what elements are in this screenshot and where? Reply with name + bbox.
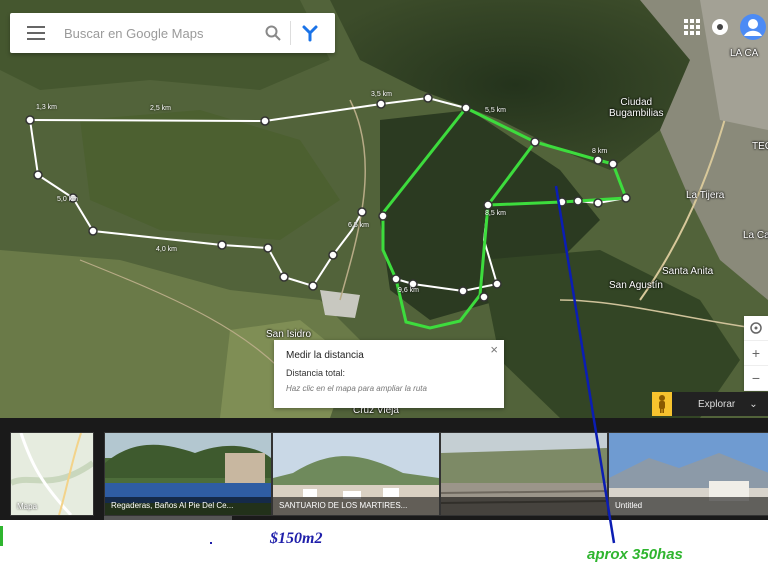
measure-node[interactable] — [279, 272, 289, 282]
segment-label: 1,3 km — [36, 104, 58, 111]
directions-icon[interactable] — [291, 13, 329, 53]
photo-caption: SANTUARIO DE LOS MARTIRES... — [273, 497, 439, 515]
price-annotation: $150m2 — [270, 530, 323, 547]
account-toolbar — [684, 14, 768, 45]
measure-nodes[interactable] — [25, 93, 631, 302]
chevron-down-icon[interactable]: ⌄ — [749, 399, 757, 410]
measure-node[interactable] — [423, 93, 433, 103]
measure-node[interactable] — [608, 159, 618, 169]
measure-distance-popup: Medir la distancia Distancia total: Haz … — [274, 340, 504, 408]
label-santa-anita: Santa Anita — [662, 266, 714, 277]
measure-node[interactable] — [33, 170, 43, 180]
segment-label: 5,5 km — [485, 107, 507, 114]
label-la-ca-right: La Ca — [743, 230, 768, 241]
search-box[interactable] — [10, 13, 335, 53]
zoom-in-button[interactable]: + — [744, 341, 768, 366]
measure-node[interactable] — [88, 226, 98, 236]
photo-caption: Regaderas, Baños Al Pie Del Ce... — [105, 497, 271, 515]
land-polygon-outline — [381, 107, 490, 330]
label-ciudad-bugambilias: Ciudad Bugambilias — [609, 97, 664, 119]
photo-strip: Mapa Regaderas, Baños Al Pie Del Ce... S… — [0, 418, 768, 520]
hamburger-menu-icon[interactable] — [10, 13, 62, 53]
label-san-agustin: San Agustín — [609, 280, 663, 291]
explore-label[interactable]: Explorar — [698, 399, 735, 410]
segment-label: 5,0 km — [57, 196, 79, 203]
measure-node[interactable] — [263, 243, 273, 253]
photo-caption: Mapa — [17, 502, 38, 511]
photo-thumb-3[interactable] — [440, 432, 608, 516]
measure-node[interactable] — [458, 286, 468, 296]
zoom-out-button[interactable]: − — [744, 366, 768, 391]
measure-node[interactable] — [391, 274, 401, 284]
measure-node[interactable] — [217, 240, 227, 250]
measure-node[interactable] — [483, 200, 493, 210]
measure-node[interactable] — [328, 250, 338, 260]
photo-thumb-1[interactable]: Regaderas, Baños Al Pie Del Ce... — [104, 432, 272, 516]
area-annotation: aprox 350has — [587, 546, 683, 563]
land-polygon — [465, 106, 629, 207]
pegman-icon[interactable] — [652, 392, 672, 416]
photo-caption: Untitled — [609, 497, 768, 515]
measure-node[interactable] — [260, 116, 270, 126]
measure-path-west — [29, 96, 467, 123]
label-la-calma: LA CA — [730, 48, 759, 59]
popup-hint: Haz clic en el mapa para ampliar la ruta — [286, 384, 427, 393]
measure-path-loop — [29, 119, 363, 288]
map-canvas[interactable]: Ciudad Bugambilias La Tijera Santa Anita… — [0, 0, 768, 418]
measure-node[interactable] — [479, 292, 489, 302]
map-controls: + − — [744, 316, 768, 391]
measure-node[interactable] — [573, 196, 583, 206]
segment-label: 2,5 km — [150, 105, 172, 112]
label-tec: TEC — [752, 141, 768, 152]
measure-node[interactable] — [557, 197, 567, 207]
segment-label: 4,0 km — [156, 246, 178, 253]
measure-node[interactable] — [308, 281, 318, 291]
measure-node[interactable] — [593, 198, 603, 208]
measure-node[interactable] — [378, 211, 388, 221]
search-input[interactable] — [62, 24, 256, 42]
measure-node[interactable] — [593, 155, 603, 165]
segment-label: 9,6 km — [398, 287, 420, 294]
photo-caption — [441, 497, 607, 515]
photo-thumb-2[interactable]: SANTUARIO DE LOS MARTIRES... — [272, 432, 440, 516]
segment-label: 3,5 km — [371, 91, 393, 98]
measure-node[interactable] — [25, 115, 35, 125]
popup-distance: Distancia total: — [286, 368, 346, 378]
measure-node[interactable] — [461, 103, 471, 113]
explore-bar[interactable]: Explorar ⌄ — [652, 392, 768, 416]
blue-dot-mark — [210, 542, 212, 544]
measure-node[interactable] — [357, 207, 367, 217]
measure-node[interactable] — [376, 99, 386, 109]
popup-title: Medir la distancia — [286, 350, 364, 361]
apps-grid-icon[interactable] — [684, 19, 700, 40]
compass-icon[interactable] — [744, 316, 768, 341]
magnifier-icon[interactable] — [256, 13, 290, 53]
label-san-isidro: San Isidro — [266, 329, 312, 340]
segment-label: 8 km — [592, 148, 608, 155]
close-icon[interactable]: × — [490, 342, 498, 357]
segment-label: 8,5 km — [485, 210, 507, 217]
photo-thumb-4[interactable]: Untitled — [608, 432, 768, 516]
photo-thumb-map[interactable]: Mapa — [10, 432, 94, 516]
label-la-tijera: La Tijera — [686, 190, 725, 201]
green-margin-mark — [0, 526, 3, 546]
measure-node[interactable] — [530, 137, 540, 147]
strip-scroll-indicator[interactable] — [104, 516, 232, 520]
measure-node[interactable] — [492, 279, 502, 289]
segment-label: 6,5 km — [348, 222, 370, 229]
notifications-icon[interactable] — [710, 17, 730, 42]
measure-node[interactable] — [621, 193, 631, 203]
account-avatar-icon[interactable] — [740, 14, 766, 45]
